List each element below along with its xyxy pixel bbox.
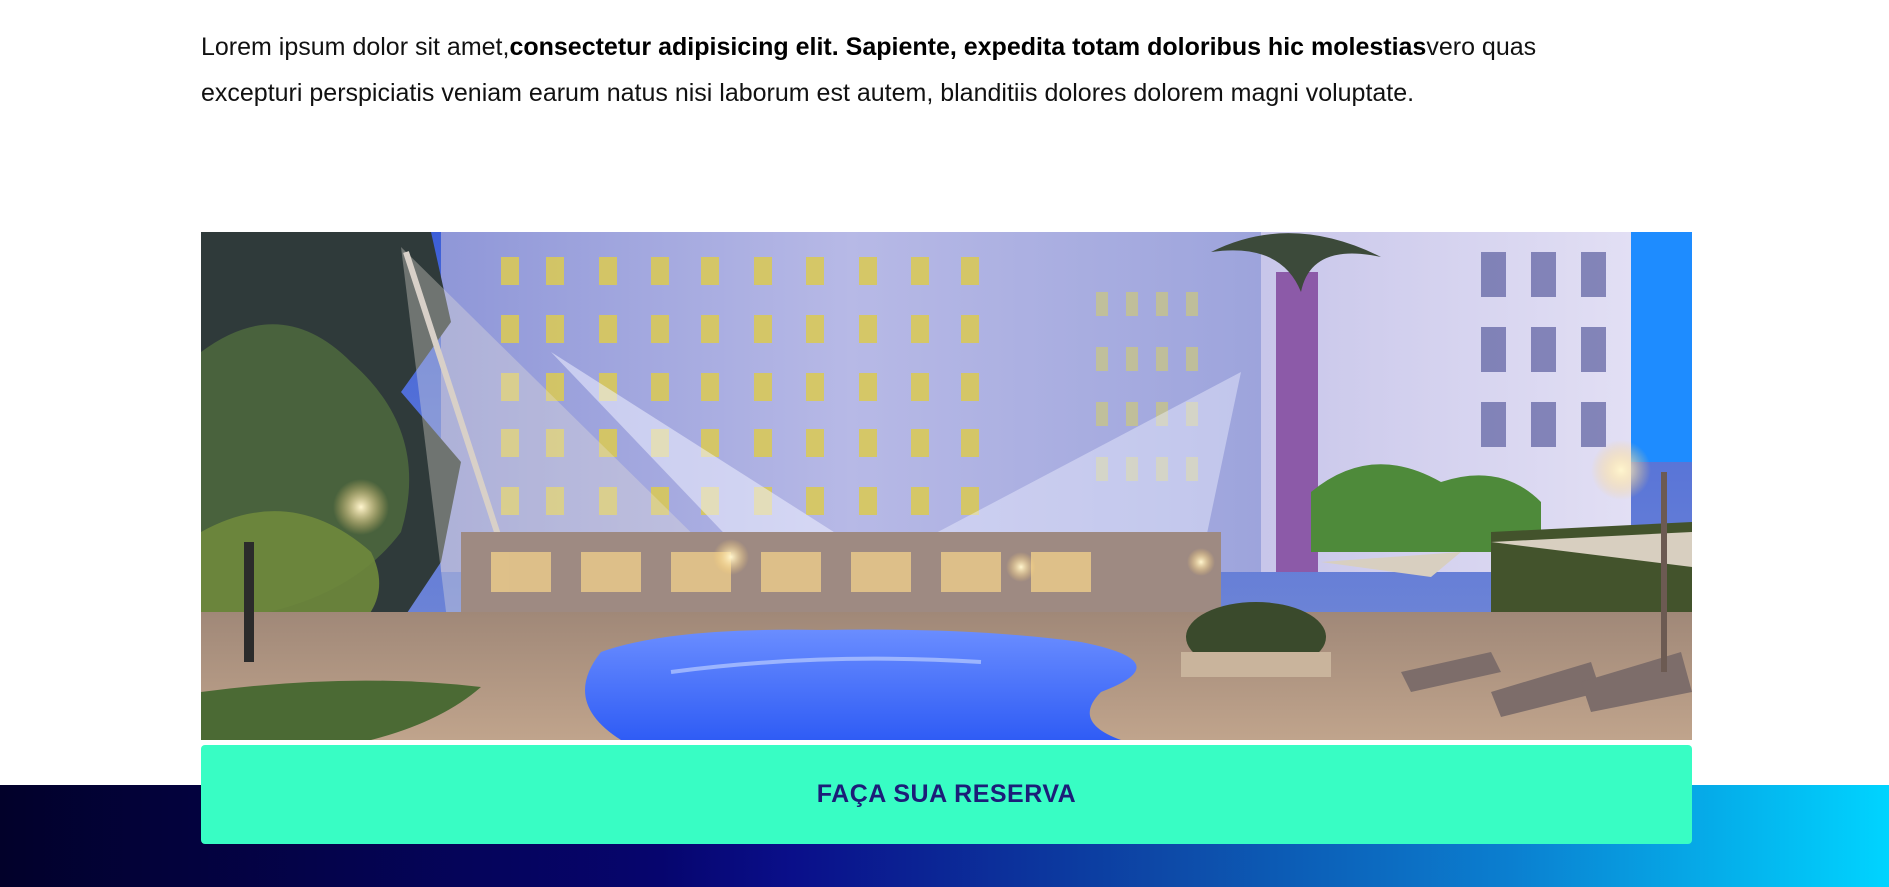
page: Lorem ipsum dolor sit amet,consectetur a… (0, 0, 1889, 887)
hero-image (201, 232, 1692, 740)
reservation-button[interactable]: FAÇA SUA RESERVA (201, 745, 1692, 844)
intro-text-bold: consectetur adipisicing elit. Sapiente, … (509, 33, 1427, 61)
intro-text-start: Lorem ipsum dolor sit amet, (201, 33, 510, 61)
intro-paragraph: Lorem ipsum dolor sit amet,consectetur a… (201, 24, 1641, 116)
hotel-pool-photo-icon (201, 232, 1692, 740)
